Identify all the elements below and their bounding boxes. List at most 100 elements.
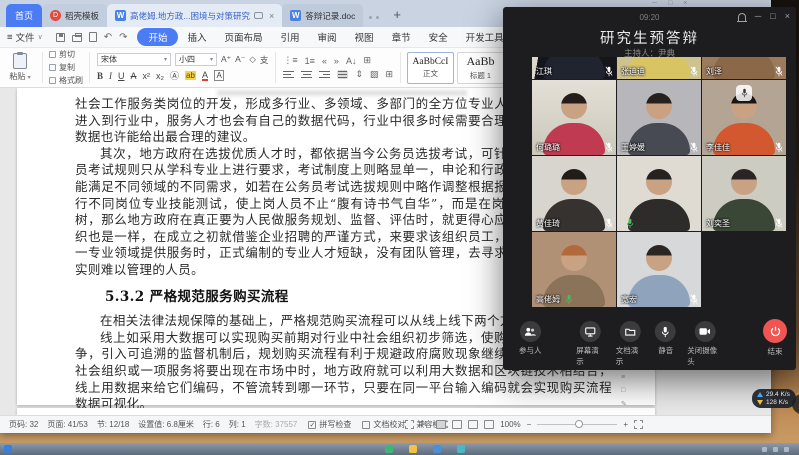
outline-view-icon[interactable]: [452, 420, 462, 429]
notification-bell-icon[interactable]: [738, 13, 746, 21]
ribbon-tab-insert[interactable]: 插入: [178, 28, 215, 46]
taskbar-icon-yellow[interactable]: [409, 445, 417, 453]
video-tile[interactable]: 高佬姆: [532, 232, 616, 307]
close-tab-icon[interactable]: ×: [269, 11, 274, 21]
zoom-out-button[interactable]: −: [527, 420, 532, 429]
table-button[interactable]: ⊞: [363, 55, 371, 66]
strikethrough-button[interactable]: A: [131, 71, 137, 81]
numbered-list-button[interactable]: 1≡: [305, 56, 315, 66]
start-button[interactable]: [4, 445, 12, 453]
fullscreen-icon[interactable]: [405, 420, 414, 429]
clear-format-button[interactable]: ◇: [249, 54, 256, 65]
maximize-icon[interactable]: □: [668, 0, 672, 7]
zoom-level[interactable]: 100%: [500, 420, 520, 429]
ribbon-tab-view[interactable]: 视图: [346, 28, 383, 46]
video-tile[interactable]: 刘奕圣: [702, 156, 786, 231]
pinyin-button[interactable]: 支: [260, 54, 269, 66]
web-view-icon[interactable]: [468, 420, 478, 429]
ribbon-tab-review[interactable]: 审阅: [309, 28, 346, 46]
font-color-button[interactable]: A: [202, 71, 208, 81]
align-left-button[interactable]: [283, 70, 294, 79]
camera-off-button[interactable]: 关闭摄像头: [687, 321, 723, 367]
bold-button[interactable]: B: [97, 71, 103, 81]
screen-share-button[interactable]: 屏幕演示: [576, 321, 604, 367]
font-name-select[interactable]: 宋体 ▾: [97, 53, 171, 66]
video-tile[interactable]: 宽宏: [617, 232, 701, 307]
highlight-color-button[interactable]: ab: [185, 71, 196, 80]
taskbar-icon-green[interactable]: [385, 445, 393, 453]
bullet-list-button[interactable]: ⋮≡: [283, 55, 297, 66]
ribbon-tab-layout[interactable]: 页面布局: [216, 28, 272, 46]
tab-document-active[interactable]: W 高佬姆.地方政...困境与对策研究 ×: [107, 4, 282, 27]
zoom-slider-knob[interactable]: [575, 420, 583, 428]
justify-button[interactable]: [337, 70, 348, 79]
align-right-button[interactable]: [319, 70, 330, 79]
cut-button[interactable]: 剪切: [49, 49, 83, 60]
style-heading1[interactable]: AaBb 标题 1: [457, 52, 504, 84]
doc-share-button[interactable]: 文档演示: [616, 321, 644, 367]
close-icon[interactable]: ×: [683, 0, 687, 7]
video-tile[interactable]: [617, 156, 701, 231]
redo-icon[interactable]: ↷: [119, 32, 127, 43]
paste-button[interactable]: 粘贴 ▾: [0, 48, 40, 87]
read-mode-icon[interactable]: [484, 420, 494, 429]
video-tile[interactable]: 刘泽: [702, 57, 786, 79]
spell-check-toggle[interactable]: ✓ 拼写检查: [308, 419, 351, 430]
taskbar-icon-blue[interactable]: [433, 445, 441, 453]
undo-icon[interactable]: ↶: [104, 32, 112, 43]
video-tile[interactable]: 黄佳琦: [532, 156, 616, 231]
ribbon-tab-references[interactable]: 引用: [272, 28, 309, 46]
end-meeting-button[interactable]: 结束: [763, 319, 787, 357]
italic-button[interactable]: I: [109, 71, 112, 81]
tab-document-2[interactable]: W 答辩记录.doc: [282, 4, 363, 27]
taskbar-tray[interactable]: [762, 447, 789, 452]
mute-button[interactable]: 静音: [655, 321, 676, 367]
grow-font-button[interactable]: A⁺: [221, 54, 231, 65]
zoom-slider[interactable]: [537, 424, 617, 425]
minimize-icon[interactable]: ─: [755, 11, 761, 21]
taskbar-app-icons[interactable]: [385, 445, 465, 453]
ribbon-tab-section[interactable]: 章节: [383, 28, 420, 46]
zoom-in-button[interactable]: +: [623, 420, 628, 429]
style-normal[interactable]: AaBbCcI 正文: [407, 52, 454, 84]
video-tile[interactable]: 江琪: [532, 57, 616, 79]
underline-button[interactable]: U: [118, 71, 125, 81]
participants-button[interactable]: 参与人: [519, 321, 542, 356]
ink-mode-icon[interactable]: [420, 420, 430, 429]
fit-page-icon[interactable]: [634, 420, 643, 429]
document-side-tools[interactable]: ≡ □ ✎: [621, 374, 627, 408]
video-tile[interactable]: 何璐璐: [532, 80, 616, 155]
taskbar[interactable]: [0, 443, 799, 455]
increase-indent-button[interactable]: »: [334, 56, 339, 66]
superscript-button[interactable]: x²: [143, 71, 151, 81]
sort-button[interactable]: A↓: [346, 56, 357, 66]
shrink-font-button[interactable]: A⁻: [235, 54, 245, 65]
ribbon-tab-security[interactable]: 安全: [420, 28, 457, 46]
close-icon[interactable]: ×: [785, 11, 790, 21]
copy-button[interactable]: 复制: [49, 62, 83, 73]
network-speed-widget[interactable]: 29.4 K/s 128 K/s: [752, 389, 796, 408]
print-icon[interactable]: [72, 35, 82, 42]
align-center-button[interactable]: [301, 70, 312, 79]
font-size-select[interactable]: 小四 ▾: [175, 53, 217, 66]
video-tile[interactable]: 王婷媛: [617, 80, 701, 155]
video-tile[interactable]: 张迪迪: [617, 57, 701, 79]
shading-button[interactable]: ▨: [370, 69, 379, 80]
format-painter-button[interactable]: 格式刷: [49, 75, 83, 86]
video-tile[interactable]: 李佳佳: [702, 80, 786, 155]
minimize-icon[interactable]: ─: [652, 0, 657, 7]
ribbon-tab-home[interactable]: 开始: [137, 28, 178, 46]
save-icon[interactable]: [56, 33, 65, 42]
tab-home[interactable]: 首页: [6, 4, 42, 27]
file-menu-button[interactable]: ≡ 文件 ∨: [0, 30, 50, 44]
borders-button[interactable]: ⊞: [385, 69, 393, 80]
char-border-button[interactable]: A: [214, 70, 224, 81]
line-spacing-button[interactable]: ⇕: [355, 69, 363, 80]
tab-docer[interactable]: D 稻壳模板: [42, 4, 107, 27]
maximize-icon[interactable]: □: [770, 11, 775, 21]
taskbar-icon-teal[interactable]: [457, 445, 465, 453]
print-preview-icon[interactable]: [89, 32, 97, 42]
new-tab-button[interactable]: +: [393, 7, 401, 22]
subscript-button[interactable]: x₂: [156, 71, 164, 81]
decrease-indent-button[interactable]: «: [322, 56, 327, 66]
